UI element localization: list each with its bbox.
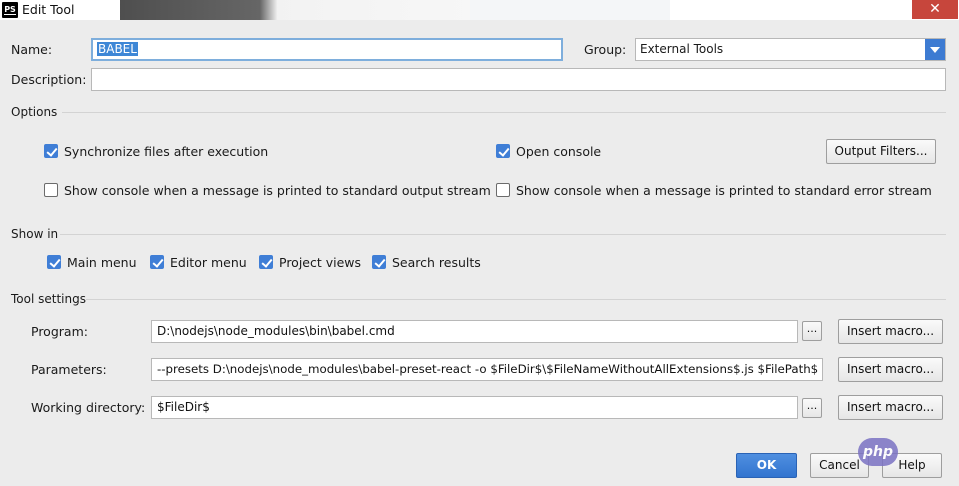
php-watermark-logo: php	[858, 438, 898, 466]
options-separator	[62, 112, 946, 113]
description-label: Description:	[11, 72, 87, 87]
open-console-label: Open console	[516, 144, 602, 159]
sync-files-checkbox[interactable]	[44, 144, 58, 158]
project-views-label: Project views	[279, 255, 362, 270]
output-filters-button[interactable]: Output Filters...	[826, 139, 936, 164]
tool-settings-section-label: Tool settings	[11, 292, 86, 306]
program-input[interactable]: D:\nodejs\node_modules\bin\babel.cmd	[151, 320, 798, 343]
working-directory-insert-macro-button[interactable]: Insert macro...	[838, 395, 943, 420]
app-badge-text: PS	[4, 5, 16, 15]
working-directory-label: Working directory:	[31, 400, 146, 415]
main-menu-checkbox[interactable]	[47, 255, 61, 269]
show-in-section-label: Show in	[11, 227, 59, 241]
show-in-separator	[60, 234, 946, 235]
group-label: Group:	[584, 42, 627, 57]
group-value: External Tools	[640, 42, 724, 56]
window-title: Edit Tool	[22, 2, 75, 17]
background-window	[120, 0, 470, 20]
program-insert-macro-button[interactable]: Insert macro...	[838, 319, 943, 344]
search-results-checkbox[interactable]	[372, 255, 386, 269]
program-browse-button[interactable]: ...	[802, 321, 822, 341]
parameters-label: Parameters:	[31, 362, 107, 377]
app-icon: PS	[2, 2, 18, 18]
tool-settings-separator	[86, 299, 946, 300]
working-directory-browse-button[interactable]: ...	[802, 398, 822, 418]
ok-button[interactable]: OK	[736, 453, 797, 478]
options-section-label: Options	[11, 105, 58, 119]
show-console-stdout-label: Show console when a message is printed t…	[64, 183, 491, 198]
sync-files-label: Synchronize files after execution	[64, 144, 269, 159]
editor-menu-label: Editor menu	[170, 255, 247, 270]
working-directory-input[interactable]: $FileDir$	[151, 396, 798, 419]
main-menu-label: Main menu	[67, 255, 137, 270]
show-console-stdout-checkbox[interactable]	[44, 183, 58, 197]
show-console-stderr-label: Show console when a message is printed t…	[516, 183, 932, 198]
name-input[interactable]: BABEL	[91, 38, 563, 61]
open-console-checkbox[interactable]	[496, 144, 510, 158]
title-bar: PS Edit Tool ✕	[0, 0, 959, 20]
name-label: Name:	[11, 42, 53, 57]
close-button[interactable]: ✕	[912, 0, 958, 19]
group-select[interactable]: External Tools	[635, 38, 946, 61]
project-views-checkbox[interactable]	[259, 255, 273, 269]
name-value: BABEL	[97, 42, 138, 56]
chevron-down-icon[interactable]	[925, 39, 945, 60]
program-label: Program:	[31, 324, 88, 339]
parameters-insert-macro-button[interactable]: Insert macro...	[838, 357, 943, 382]
search-results-label: Search results	[392, 255, 481, 270]
background-window	[470, 0, 670, 20]
parameters-input[interactable]: --presets D:\nodejs\node_modules\babel-p…	[151, 358, 823, 381]
description-input[interactable]	[91, 68, 946, 91]
editor-menu-checkbox[interactable]	[150, 255, 164, 269]
show-console-stderr-checkbox[interactable]	[496, 183, 510, 197]
